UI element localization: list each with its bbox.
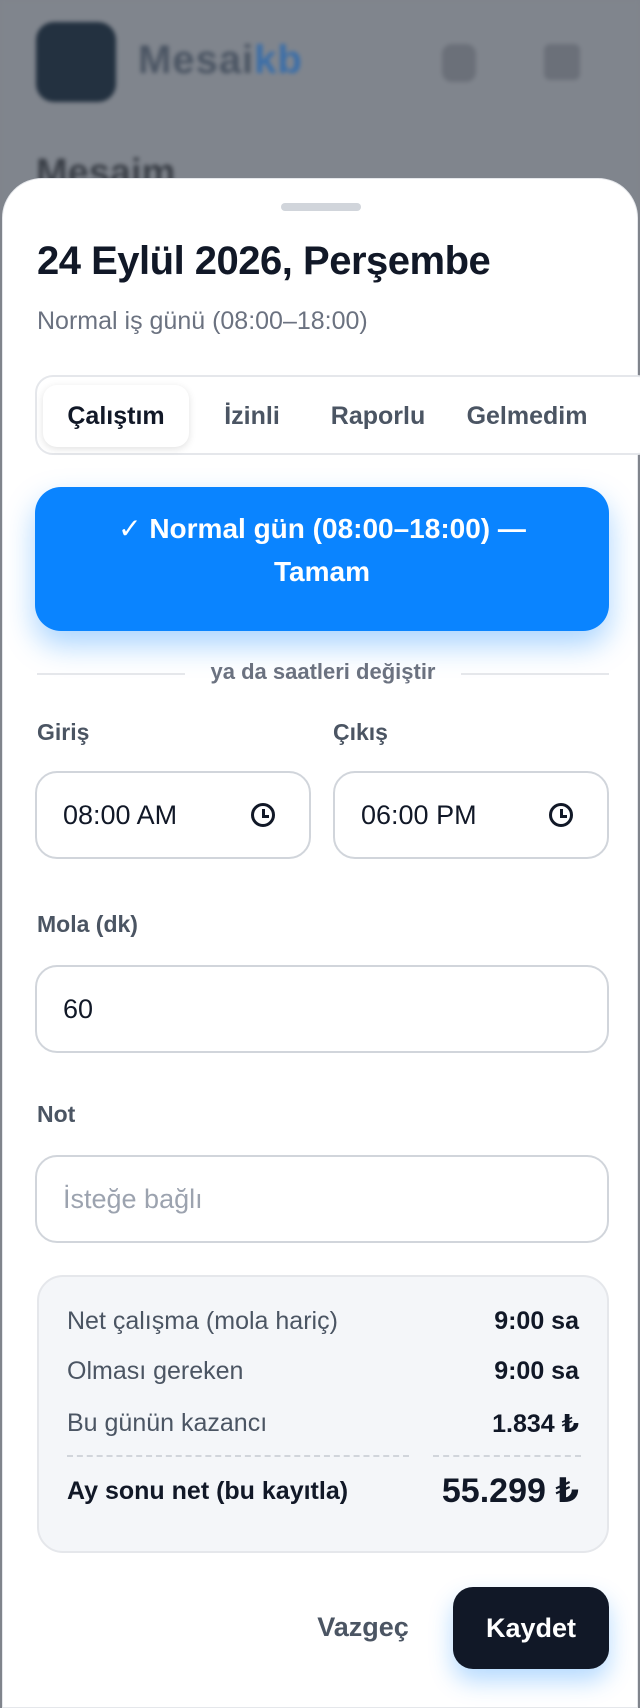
- required-value: 9:00 sa: [494, 1357, 579, 1385]
- cancel-button[interactable]: Vazgeç: [293, 1587, 433, 1667]
- clock-icon[interactable]: [549, 803, 573, 827]
- tab-raporlu[interactable]: Raporlu: [313, 385, 443, 447]
- divider-text: ya da saatleri değiştir: [210, 659, 436, 684]
- sheet-title: 24 Eylül 2026, Perşembe: [37, 239, 491, 283]
- net-work-value: 9:00 sa: [494, 1307, 579, 1335]
- normal-day-button-line1: ✓ Normal gün (08:00–18:00) —: [118, 513, 526, 544]
- clock-icon[interactable]: [251, 803, 275, 827]
- day-earnings-label: Bu günün kazancı: [67, 1409, 268, 1437]
- tab-calistim[interactable]: Çalıştım: [43, 385, 189, 447]
- app-brand: Mesaikb: [138, 38, 303, 82]
- net-work-label: Net çalışma (mola hariç): [67, 1307, 338, 1335]
- entry-time-label: Giriş: [37, 719, 90, 745]
- break-label: Mola (dk): [37, 911, 138, 937]
- day-entry-sheet: 24 Eylül 2026, Perşembe Normal iş günü (…: [2, 178, 640, 1708]
- month-end-net-label: Ay sonu net (bu kayıtla): [67, 1477, 349, 1505]
- month-end-net-value: 55.299 ₺: [441, 1472, 579, 1510]
- sheet-subtitle: Normal iş günü (08:00–18:00): [37, 307, 368, 335]
- tab-izinli[interactable]: İzinli: [197, 385, 307, 447]
- tab-gelmedim[interactable]: Gelmedim: [447, 385, 607, 447]
- summary-card: Net çalışma (mola hariç) 9:00 sa Olması …: [37, 1275, 609, 1553]
- app-logo: [36, 22, 116, 102]
- menu-icon: [544, 44, 580, 80]
- note-label: Not: [37, 1101, 76, 1127]
- required-label: Olması gereken: [67, 1357, 244, 1385]
- exit-time-label: Çıkış: [333, 719, 388, 745]
- summary-divider-right: [433, 1455, 581, 1457]
- break-minutes-value: 60: [63, 994, 94, 1024]
- bell-icon: [442, 44, 476, 82]
- note-placeholder: İsteğe bağlı: [63, 1184, 203, 1214]
- break-minutes-input[interactable]: 60: [35, 965, 609, 1053]
- normal-day-button[interactable]: ✓ Normal gün (08:00–18:00) — Tamam: [35, 487, 609, 631]
- sheet-drag-handle[interactable]: [281, 203, 361, 211]
- exit-time-input[interactable]: 06:00 PM: [333, 771, 609, 859]
- normal-day-button-line2: Tamam: [274, 556, 370, 587]
- note-input[interactable]: İsteğe bağlı: [35, 1155, 609, 1243]
- entry-time-input[interactable]: 08:00 AM: [35, 771, 311, 859]
- save-button[interactable]: Kaydet: [453, 1587, 609, 1669]
- entry-time-value: 08:00 AM: [63, 800, 178, 830]
- summary-divider-left: [67, 1455, 409, 1457]
- status-tabs: Çalıştım İzinli Raporlu Gelmedim: [35, 375, 640, 455]
- exit-time-value: 06:00 PM: [361, 800, 477, 830]
- day-earnings-value: 1.834 ₺: [492, 1410, 579, 1438]
